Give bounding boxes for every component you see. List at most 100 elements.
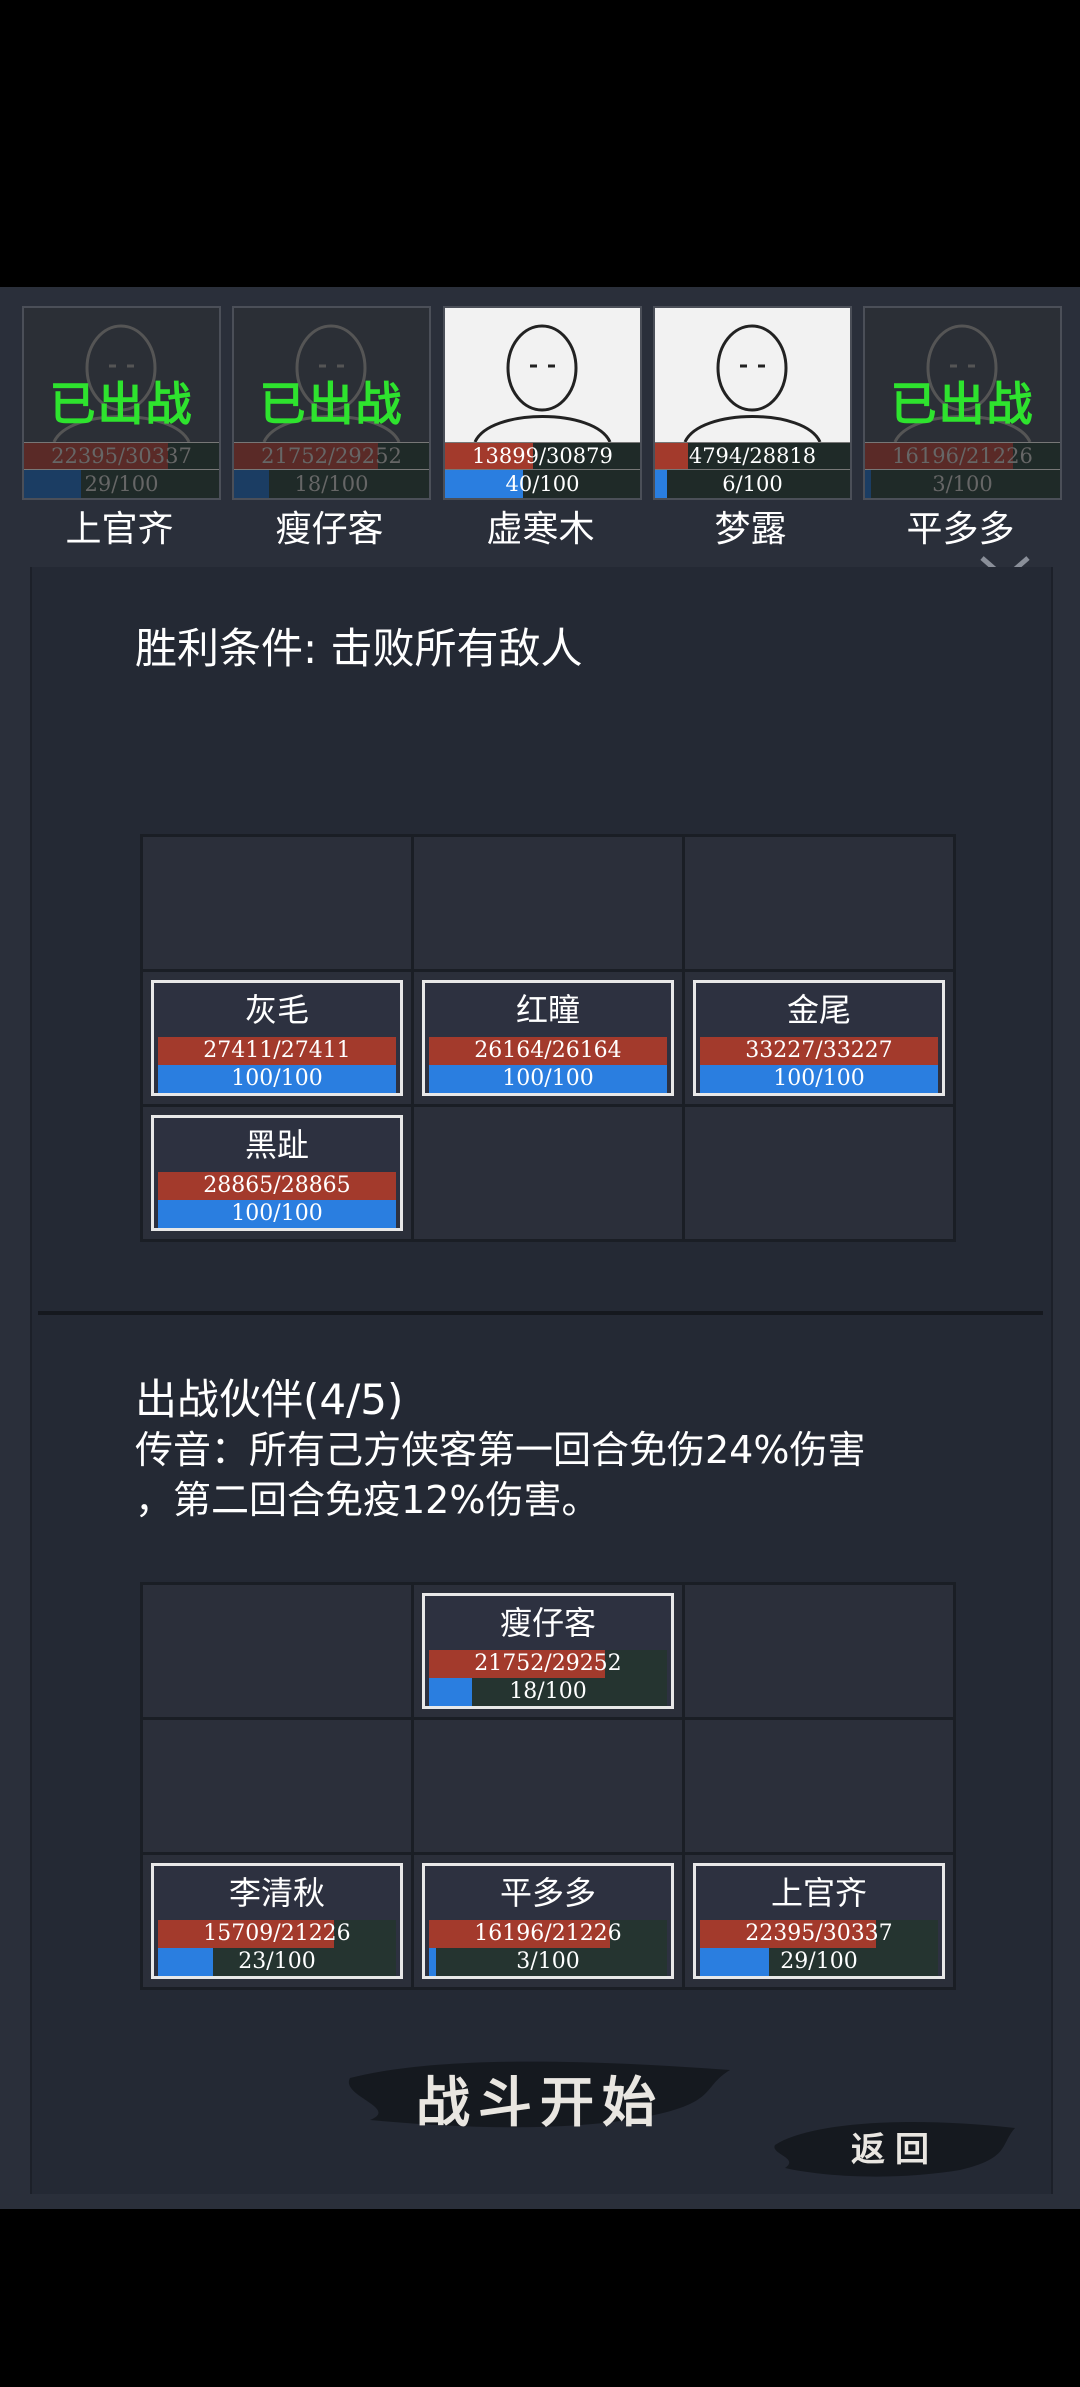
character-name: 平多多 (906, 509, 1015, 550)
character-name: 梦露 (714, 509, 787, 550)
formation-slot[interactable] (414, 837, 682, 969)
hp-text: 16196/21226 (474, 1921, 622, 1946)
formation-slot[interactable] (143, 837, 411, 969)
rage-bar: 23/100 (158, 1948, 396, 1976)
formation-slot[interactable]: 红瞳 26164/26164 100/100 (414, 972, 682, 1104)
hp-text: 13899/30879 (472, 444, 613, 468)
back-button[interactable]: 返回 (770, 2110, 1020, 2180)
rage-text: 100/100 (231, 1201, 323, 1226)
rage-text: 18/100 (294, 472, 369, 496)
rage-text: 23/100 (238, 1949, 316, 1974)
rage-bar: 100/100 (700, 1065, 938, 1093)
rage-text: 3/100 (516, 1949, 580, 1974)
hp-bar: 27411/27411 (158, 1037, 396, 1065)
hp-text: 26164/26164 (474, 1038, 622, 1063)
formation-slot[interactable] (143, 1720, 411, 1852)
hp-bar: 4794/28818 (655, 442, 850, 469)
formation-slot[interactable]: 平多多 16196/21226 3/100 (414, 1855, 682, 1987)
hp-text: 28865/28865 (203, 1173, 351, 1198)
rage-text: 29/100 (84, 472, 159, 496)
character-name: 上官齐 (65, 509, 174, 550)
rage-text: 100/100 (773, 1066, 865, 1091)
rage-bar: 100/100 (429, 1065, 667, 1093)
buff-description-line2: ，第二回合免疫12%伤害。 (135, 1478, 600, 1522)
rage-bar: 29/100 (24, 469, 219, 498)
rage-bar: 6/100 (655, 469, 850, 498)
formation-slot[interactable]: 黑趾 28865/28865 100/100 (143, 1107, 411, 1239)
unit-card[interactable]: 平多多 16196/21226 3/100 (422, 1863, 674, 1979)
victory-condition: 胜利条件: 击败所有敌人 (135, 624, 583, 673)
unit-card[interactable]: 李清秋 15709/21226 23/100 (151, 1863, 403, 1979)
formation-slot[interactable] (685, 1720, 953, 1852)
enemy-formation-grid: 灰毛 27411/27411 100/100 红瞳 26164/26164 100/100… (140, 834, 956, 1242)
unit-card[interactable]: 黑趾 28865/28865 100/100 (151, 1115, 403, 1231)
character-portrait[interactable]: 13899/30879 40/100 (443, 306, 642, 500)
unit-card[interactable]: 金尾 33227/33227 100/100 (693, 980, 945, 1096)
rage-bar: 3/100 (865, 469, 1060, 498)
rage-text: 6/100 (722, 472, 783, 496)
hp-bar: 26164/26164 (429, 1037, 667, 1065)
formation-slot[interactable] (143, 1585, 411, 1717)
formation-slot[interactable] (685, 1585, 953, 1717)
character-portrait[interactable]: 21752/29252 18/100 已出战 (232, 306, 431, 500)
hp-bar: 15709/21226 (158, 1920, 396, 1948)
unit-name: 李清秋 (228, 1874, 325, 1912)
portrait-art-icon (683, 324, 822, 442)
hp-bar: 16196/21226 (865, 442, 1060, 469)
hp-bar: 33227/33227 (700, 1037, 938, 1065)
party-title: 出战伙伴(4/5) (135, 1375, 404, 1424)
formation-slot[interactable]: 金尾 33227/33227 100/100 (685, 972, 953, 1104)
hp-text: 4794/28818 (688, 444, 817, 468)
hp-text: 22395/30337 (51, 444, 192, 468)
hp-bar: 21752/29252 (234, 442, 429, 469)
formation-slot[interactable]: 瘦仔客 21752/29252 18/100 (414, 1585, 682, 1717)
portrait-art-icon (473, 324, 612, 442)
formation-slot[interactable] (685, 837, 953, 969)
hp-text: 21752/29252 (474, 1651, 622, 1676)
rage-text: 29/100 (780, 1949, 858, 1974)
ally-formation-grid: 瘦仔客 21752/29252 18/100 李清秋 15709/21226 23/100… (140, 1582, 956, 1990)
unit-name: 金尾 (786, 991, 851, 1029)
back-label: 返回 (851, 2130, 939, 2170)
section-divider (38, 1311, 1043, 1315)
unit-name: 上官齐 (770, 1874, 867, 1912)
hp-bar: 22395/30337 (700, 1920, 938, 1948)
unit-card[interactable]: 瘦仔客 21752/29252 18/100 (422, 1593, 674, 1709)
start-battle-label: 战斗开始 (416, 2070, 664, 2134)
rage-text: 100/100 (502, 1066, 594, 1091)
unit-name: 灰毛 (244, 991, 309, 1029)
hp-bar: 13899/30879 (445, 442, 640, 469)
rage-bar: 3/100 (429, 1948, 667, 1976)
character-portrait[interactable]: 4794/28818 6/100 (653, 306, 852, 500)
unit-card[interactable]: 灰毛 27411/27411 100/100 (151, 980, 403, 1096)
unit-card[interactable]: 上官齐 22395/30337 29/100 (693, 1863, 945, 1979)
hp-text: 16196/21226 (892, 444, 1033, 468)
unit-name: 平多多 (499, 1874, 596, 1912)
character-portrait[interactable]: 22395/30337 29/100 已出战 (22, 306, 221, 500)
hp-text: 15709/21226 (203, 1921, 351, 1946)
character-name: 虚寒木 (486, 509, 595, 550)
formation-slot[interactable]: 上官齐 22395/30337 29/100 (685, 1855, 953, 1987)
start-battle-button[interactable]: 战斗开始 (340, 2048, 740, 2138)
formation-slot[interactable]: 李清秋 15709/21226 23/100 (143, 1855, 411, 1987)
rage-text: 100/100 (231, 1066, 323, 1091)
deployed-stamp: 已出战 (890, 377, 1035, 431)
hp-bar: 16196/21226 (429, 1920, 667, 1948)
unit-card[interactable]: 红瞳 26164/26164 100/100 (422, 980, 674, 1096)
hp-bar: 22395/30337 (24, 442, 219, 469)
hp-text: 22395/30337 (745, 1921, 893, 1946)
unit-name: 红瞳 (515, 991, 580, 1029)
rage-text: 3/100 (932, 472, 993, 496)
rage-bar: 18/100 (429, 1678, 667, 1706)
deployed-stamp: 已出战 (259, 377, 404, 431)
character-portrait[interactable]: 16196/21226 3/100 已出战 (863, 306, 1062, 500)
unit-name: 瘦仔客 (499, 1604, 596, 1642)
formation-slot[interactable] (414, 1720, 682, 1852)
rage-bar: 40/100 (445, 469, 640, 498)
rage-text: 18/100 (509, 1679, 587, 1704)
rage-bar: 100/100 (158, 1200, 396, 1228)
formation-slot[interactable] (685, 1107, 953, 1239)
hp-text: 21752/29252 (261, 444, 402, 468)
formation-slot[interactable]: 灰毛 27411/27411 100/100 (143, 972, 411, 1104)
formation-slot[interactable] (414, 1107, 682, 1239)
